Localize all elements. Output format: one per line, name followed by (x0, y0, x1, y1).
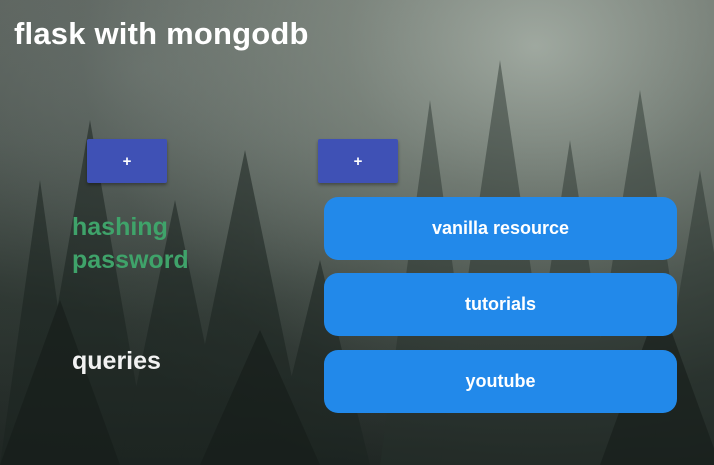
tutorials-button[interactable]: tutorials (324, 273, 677, 336)
youtube-button[interactable]: youtube (324, 350, 677, 413)
add-button-left[interactable]: + (87, 139, 167, 183)
vanilla-resource-button[interactable]: vanilla resource (324, 197, 677, 260)
page-title: flask with mongodb (14, 16, 309, 51)
topic-hashing-password: hashing password (72, 213, 189, 274)
add-button-right[interactable]: + (318, 139, 398, 183)
topic-queries: queries (72, 347, 161, 375)
